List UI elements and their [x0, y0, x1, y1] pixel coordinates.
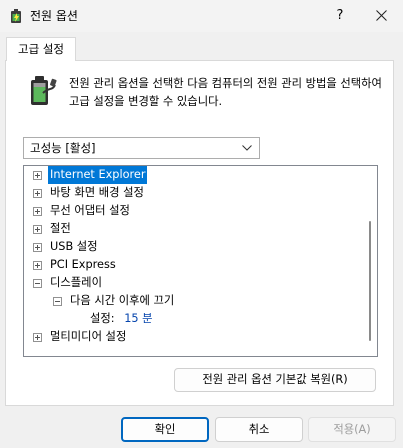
expand-icon[interactable]	[33, 171, 42, 180]
close-button[interactable]	[360, 0, 403, 32]
help-button[interactable]: ?	[320, 0, 360, 32]
tree-scrollbar[interactable]	[365, 166, 377, 356]
tree-item-label: 절전	[50, 222, 71, 235]
tree-item-label: PCI Express	[50, 258, 116, 271]
setting-value-link[interactable]: 15 분	[124, 312, 152, 325]
cancel-button[interactable]: 취소	[215, 417, 303, 442]
chevron-down-icon	[242, 145, 252, 151]
expand-icon[interactable]	[33, 261, 42, 270]
tree-item-label: 다음 시간 이후에 끄기	[70, 294, 175, 307]
close-icon	[376, 10, 387, 21]
collapse-icon[interactable]	[53, 297, 62, 306]
collapse-icon[interactable]	[33, 279, 42, 288]
tree-item-label: 멀티미디어 설정	[50, 330, 127, 343]
expand-icon[interactable]	[33, 189, 42, 198]
power-options-icon	[31, 76, 57, 105]
tree-item-label: 무선 어댑터 설정	[50, 204, 130, 217]
ok-button[interactable]: 확인	[121, 417, 209, 442]
apply-button[interactable]: 적용(A)	[308, 417, 396, 442]
tree-item-label: 디스플레이	[50, 276, 102, 289]
window-title: 전원 옵션	[30, 9, 78, 23]
tree-item-label: 바탕 화면 배경 설정	[50, 186, 144, 199]
expand-icon[interactable]	[33, 243, 42, 252]
restore-defaults-button[interactable]: 전원 관리 옵션 기본값 복원(R)	[174, 368, 376, 392]
battery-plug-icon	[11, 9, 21, 23]
title-bar: 전원 옵션 ?	[0, 0, 403, 32]
tab-advanced-settings[interactable]: 고급 설정	[6, 37, 76, 61]
tree-item-setting-value[interactable]: 설정: 15 분	[90, 310, 153, 328]
expand-icon[interactable]	[33, 333, 42, 342]
description-text: 전원 관리 옵션을 선택한 다음 컴퓨터의 전원 관리 방법을 선택하여 고급 …	[69, 77, 382, 108]
setting-label: 설정:	[90, 312, 115, 325]
tree-item-label: Internet Explorer	[48, 166, 148, 184]
expand-icon[interactable]	[33, 207, 42, 216]
settings-tree[interactable]: Internet Explorer 바탕 화면 배경 설정 무선 어댑터 설정 …	[23, 165, 378, 357]
scroll-thumb[interactable]	[369, 221, 371, 341]
tree-item-label: USB 설정	[50, 240, 98, 253]
expand-icon[interactable]	[33, 225, 42, 234]
power-plan-dropdown[interactable]: 고성능 [활성]	[23, 137, 260, 159]
power-plan-value: 고성능 [활성]	[30, 141, 96, 155]
